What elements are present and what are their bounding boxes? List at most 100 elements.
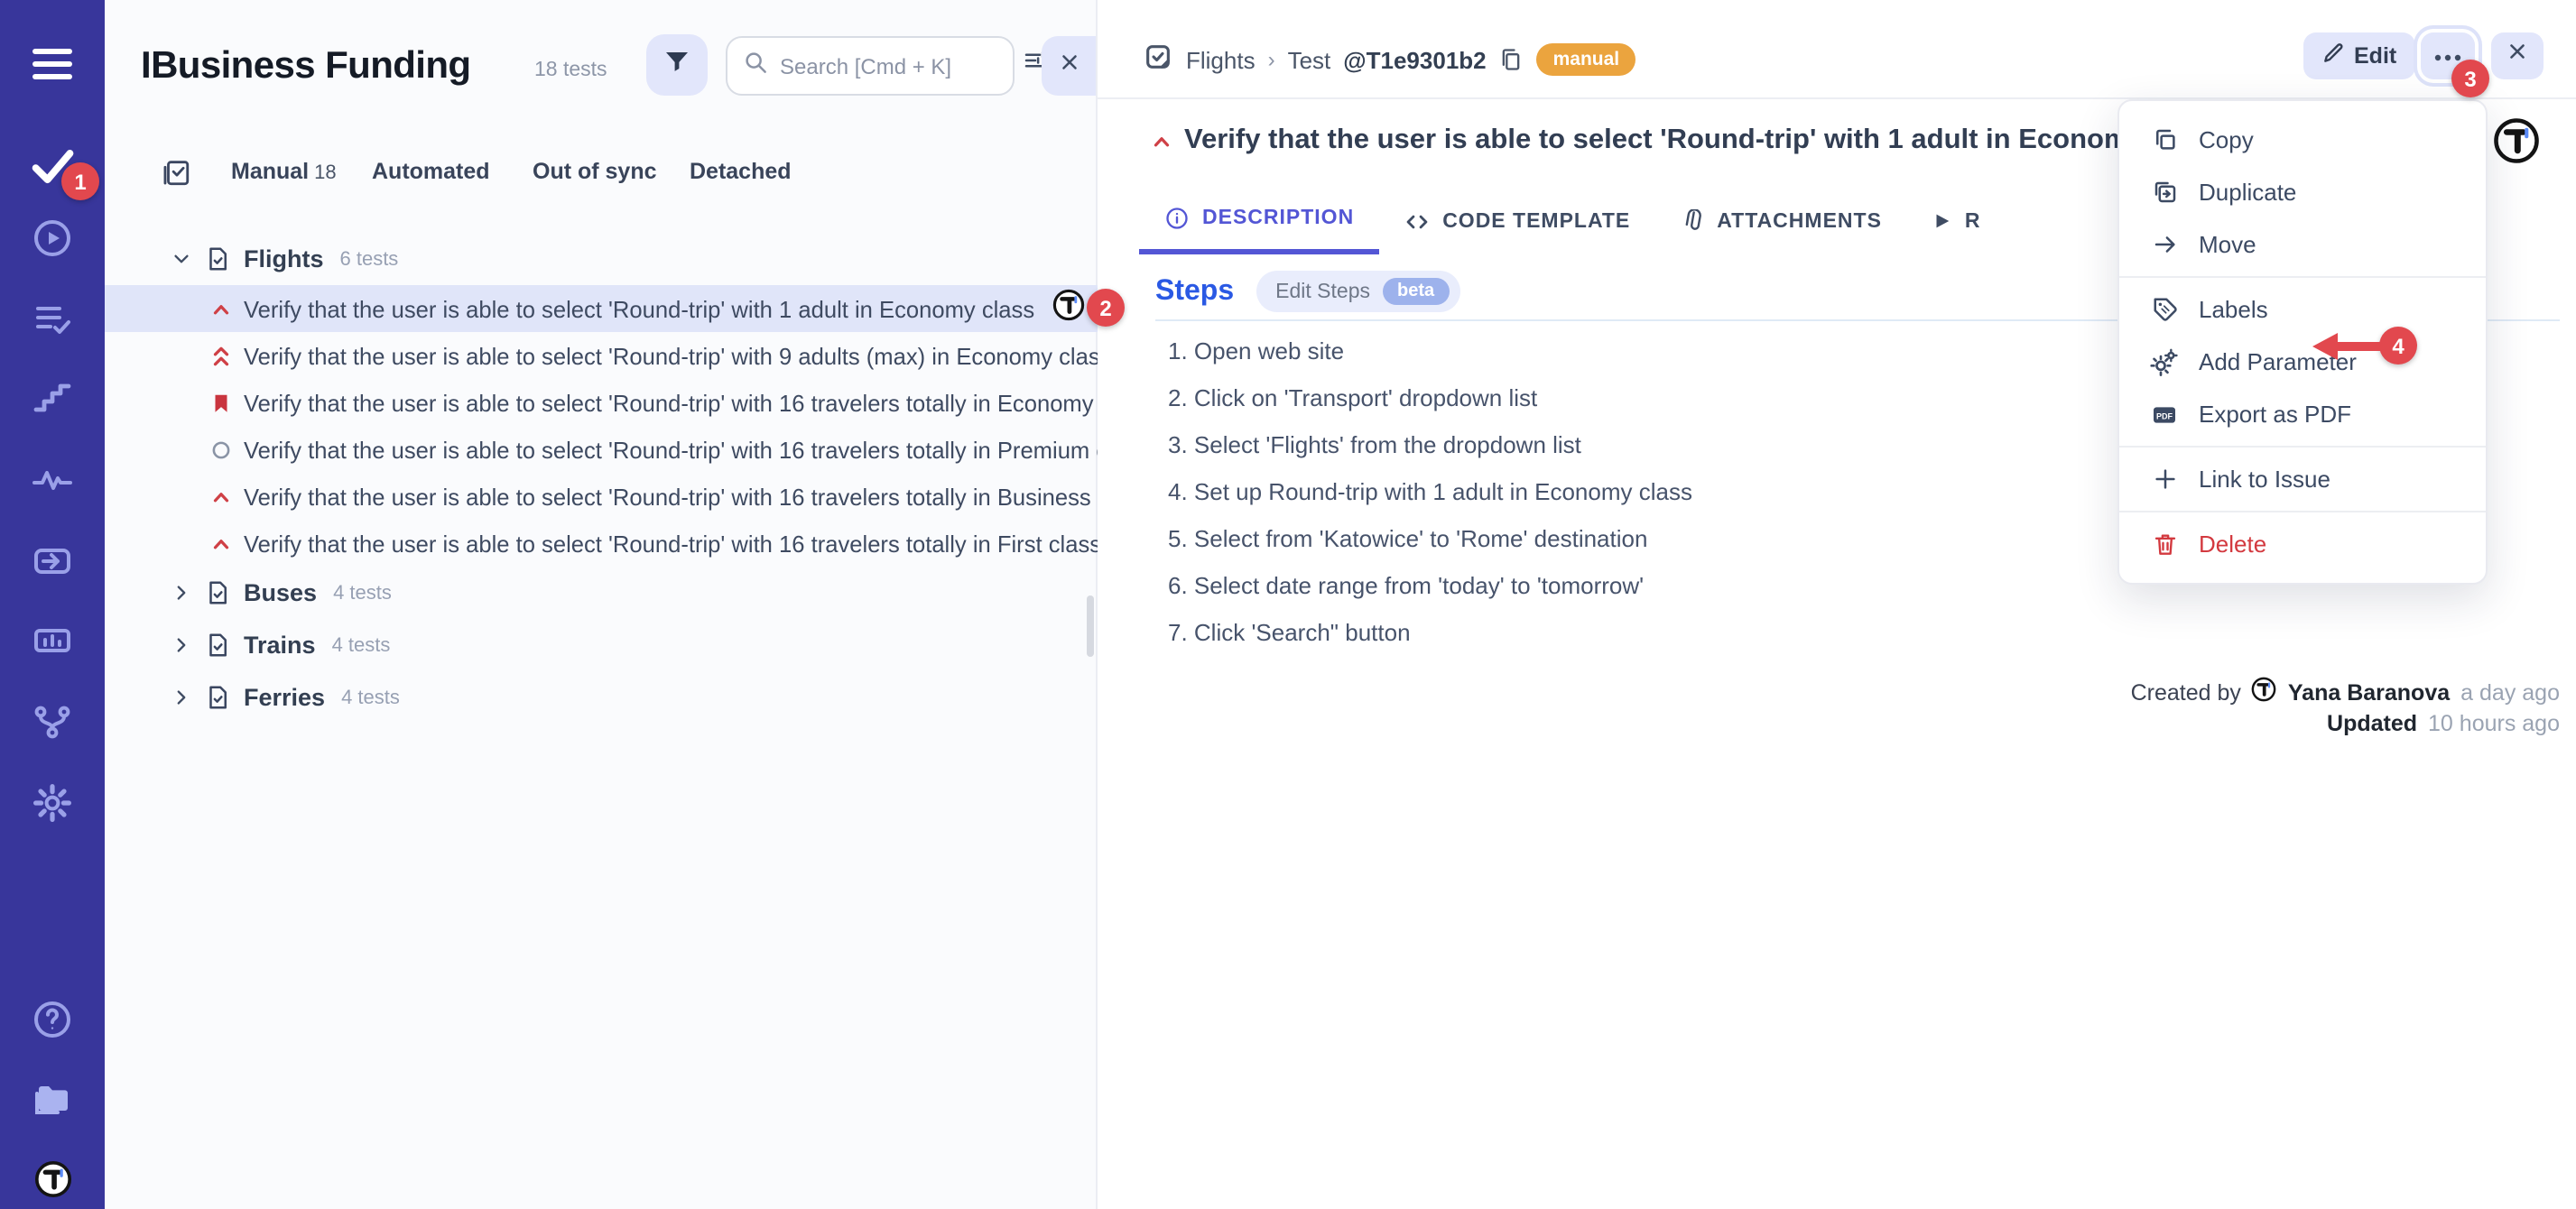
menu-item-label: Link to Issue bbox=[2199, 466, 2330, 493]
steps-stairs-icon[interactable] bbox=[0, 375, 105, 422]
search-box[interactable] bbox=[726, 36, 1015, 96]
close-detail-button[interactable] bbox=[2491, 32, 2544, 79]
folder-name: Ferries bbox=[244, 684, 325, 711]
runs-play-icon[interactable] bbox=[0, 215, 105, 262]
breadcrumb-type: Test bbox=[1288, 46, 1331, 73]
assignee-avatar bbox=[1052, 288, 1085, 329]
test-row[interactable]: Verify that the user is able to select '… bbox=[105, 332, 1098, 379]
steps-list: 1. Open web site2. Click on 'Transport' … bbox=[1168, 328, 1692, 657]
chevron-right-icon[interactable] bbox=[171, 688, 191, 707]
menu-item-copy[interactable]: Copy bbox=[2119, 114, 2486, 166]
test-row[interactable]: Verify that the user is able to select '… bbox=[105, 379, 1098, 426]
hamburger-icon[interactable] bbox=[0, 40, 105, 87]
menu-item-export-as-pdf[interactable]: PDFExport as PDF bbox=[2119, 388, 2486, 440]
menu-item-duplicate[interactable]: Duplicate bbox=[2119, 166, 2486, 218]
chevron-right-icon[interactable] bbox=[171, 583, 191, 603]
tab-automated[interactable]: Automated bbox=[372, 159, 490, 184]
pulse-icon[interactable] bbox=[0, 457, 105, 503]
steps-heading: Steps bbox=[1155, 275, 1234, 308]
folder-name: Trains bbox=[244, 632, 316, 659]
tree-folder-flights[interactable]: Flights 6 tests bbox=[105, 233, 1098, 285]
settings-gear-icon[interactable] bbox=[0, 780, 105, 826]
breadcrumb-folder[interactable]: Flights bbox=[1186, 46, 1256, 73]
step-item: 7. Click 'Search" button bbox=[1168, 610, 1692, 657]
tab-label: ATTACHMENTS bbox=[1717, 210, 1882, 232]
tab-attachments[interactable]: ATTACHMENTS bbox=[1655, 191, 1907, 254]
import-icon[interactable] bbox=[0, 538, 105, 585]
bulk-select-icon[interactable] bbox=[161, 157, 191, 197]
app-window: IBusiness Funding 18 tests Manual18 Autom… bbox=[0, 0, 2576, 1209]
updated-line: Updated 10 hours ago bbox=[2131, 707, 2560, 738]
filter-button[interactable] bbox=[646, 34, 708, 96]
menu-divider bbox=[2119, 276, 2486, 278]
project-title: IBusiness Funding bbox=[141, 45, 471, 88]
updated-ago: 10 hours ago bbox=[2428, 710, 2560, 735]
test-row-title: Verify that the user is able to select '… bbox=[244, 530, 1098, 557]
tree-folder-trains[interactable]: Trains 4 tests bbox=[105, 619, 1098, 671]
test-row-title: Verify that the user is able to select '… bbox=[244, 483, 1098, 510]
plans-list-icon[interactable] bbox=[0, 296, 105, 343]
tag-icon bbox=[2150, 296, 2179, 323]
priority-high-icon bbox=[209, 531, 233, 555]
tab-r[interactable]: R bbox=[1907, 191, 2006, 254]
tab-detached[interactable]: Detached bbox=[690, 159, 792, 184]
beta-badge: beta bbox=[1383, 278, 1449, 305]
menu-item-delete[interactable]: Delete bbox=[2119, 518, 2486, 570]
created-ago: a day ago bbox=[2460, 679, 2560, 705]
test-row[interactable]: Verify that the user is able to select '… bbox=[105, 473, 1098, 520]
test-row[interactable]: Verify that the user is able to select '… bbox=[105, 426, 1098, 473]
tree-folder-ferries[interactable]: Ferries 4 tests bbox=[105, 671, 1098, 724]
edit-button[interactable]: Edit bbox=[2303, 32, 2414, 79]
gears-icon bbox=[2150, 347, 2179, 376]
test-title: Verify that the user is able to select '… bbox=[1184, 125, 2222, 157]
tab-label: DESCRIPTION bbox=[1202, 208, 1354, 229]
chevron-down-icon[interactable] bbox=[171, 249, 191, 269]
test-row[interactable]: Verify that the user is able to select '… bbox=[105, 520, 1098, 567]
step-item: 5. Select from 'Katowice' to 'Rome' dest… bbox=[1168, 516, 1692, 563]
suite-doc-icon bbox=[204, 245, 231, 272]
menu-item-link-to-issue[interactable]: Link to Issue bbox=[2119, 453, 2486, 505]
library-icon[interactable] bbox=[0, 1075, 105, 1122]
scrollbar-thumb[interactable] bbox=[1087, 595, 1094, 657]
step-item: 6. Select date range from 'today' to 'to… bbox=[1168, 563, 1692, 610]
priority-high-icon bbox=[209, 485, 233, 508]
meta-block: Created by Yana Baranova a day ago Updat… bbox=[2131, 677, 2560, 738]
step-item: 1. Open web site bbox=[1168, 328, 1692, 375]
menu-item-label: Copy bbox=[2199, 126, 2254, 153]
edit-steps-label: Edit Steps bbox=[1275, 281, 1370, 302]
menu-item-labels[interactable]: Labels bbox=[2119, 283, 2486, 336]
pencil-icon bbox=[2321, 42, 2345, 70]
annotation-arrow-icon bbox=[2312, 328, 2388, 365]
svg-text:PDF: PDF bbox=[2156, 411, 2173, 420]
user-avatar-logo[interactable] bbox=[0, 1155, 105, 1202]
tab-count: 18 bbox=[314, 162, 337, 184]
priority-normal-icon bbox=[209, 438, 233, 461]
close-icon bbox=[1057, 51, 1080, 81]
tab-manual[interactable]: Manual18 bbox=[231, 159, 337, 184]
close-panel-button[interactable] bbox=[1042, 36, 1096, 96]
search-input[interactable] bbox=[780, 53, 993, 78]
author-avatar bbox=[2252, 677, 2277, 707]
chevron-right-icon[interactable] bbox=[171, 635, 191, 655]
tab-description[interactable]: DESCRIPTION bbox=[1139, 191, 1379, 254]
tree-folder-buses[interactable]: Buses 4 tests bbox=[105, 567, 1098, 619]
copy-id-icon[interactable] bbox=[1499, 47, 1524, 72]
edit-steps-button[interactable]: Edit Steps beta bbox=[1256, 271, 1459, 312]
analytics-icon[interactable] bbox=[0, 617, 105, 664]
author-name: Yana Baranova bbox=[2288, 679, 2450, 705]
code-icon bbox=[1404, 208, 1430, 234]
tab-code-template[interactable]: CODE TEMPLATE bbox=[1379, 191, 1655, 254]
tab-out-of-sync[interactable]: Out of sync bbox=[533, 159, 657, 184]
menu-item-move[interactable]: Move bbox=[2119, 218, 2486, 271]
tests-count: 18 tests bbox=[534, 60, 607, 81]
annotation-badge-1: 1 bbox=[61, 162, 99, 200]
menu-item-add-parameter[interactable]: Add Parameter bbox=[2119, 336, 2486, 388]
branch-icon[interactable] bbox=[0, 698, 105, 745]
duplicate-icon bbox=[2150, 179, 2179, 206]
test-row[interactable]: Verify that the user is able to select '… bbox=[105, 285, 1098, 332]
search-icon bbox=[742, 48, 769, 84]
suite-doc-icon bbox=[204, 632, 231, 659]
updated-label: Updated bbox=[2327, 710, 2417, 735]
test-row-title: Verify that the user is able to select '… bbox=[244, 436, 1098, 463]
help-icon[interactable] bbox=[0, 996, 105, 1043]
